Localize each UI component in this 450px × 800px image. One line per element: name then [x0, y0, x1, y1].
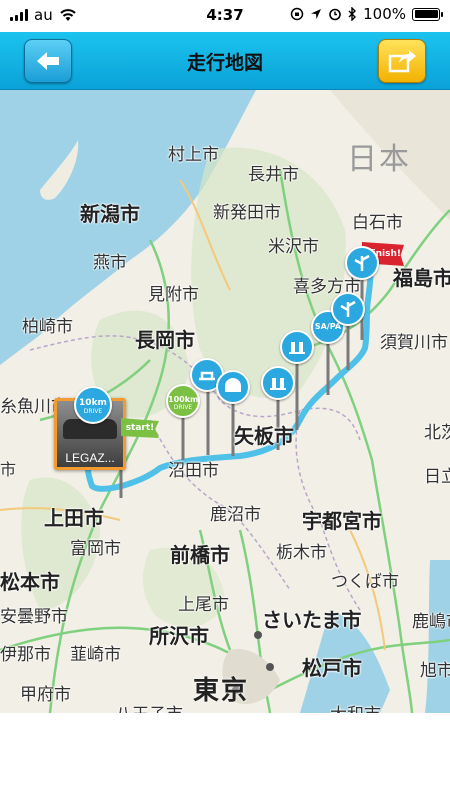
city-label: 鹿沼市 — [210, 505, 261, 525]
city-label: 栃木市 — [276, 543, 327, 563]
city-label: 柏崎市 — [22, 317, 73, 337]
share-export-icon — [388, 50, 416, 73]
city-label: 見附市 — [148, 285, 199, 305]
route-pin-junction-end[interactable] — [345, 246, 379, 280]
alarm-clock-icon — [329, 8, 341, 21]
city-label: 矢板市 — [234, 424, 294, 448]
share-button[interactable] — [378, 39, 426, 83]
city-label: 長岡市 — [135, 328, 195, 352]
junction-icon — [354, 254, 370, 271]
toll-gate-icon — [270, 378, 286, 390]
route-pin-tollgate-2[interactable] — [280, 330, 314, 364]
city-label: 旭市 — [420, 661, 450, 681]
city-label: 甲府市 — [20, 685, 71, 705]
city-label: 白石市 — [352, 213, 403, 233]
city-label: 宇都宮市 — [302, 509, 382, 533]
city-label: 北茨城市 — [424, 423, 450, 443]
city-label: 新潟市 — [80, 202, 140, 226]
toll-gate-icon — [289, 342, 305, 354]
city-label: 新発田市 — [213, 203, 281, 223]
battery-percent: 100% — [363, 5, 406, 23]
city-label: 村上市 — [168, 145, 219, 165]
route-pin-tunnel[interactable] — [216, 370, 250, 404]
location-arrow-icon — [311, 9, 322, 19]
city-label: 市 — [0, 460, 17, 479]
city-label: 長井市 — [248, 165, 299, 185]
city-label: 八王子市 — [115, 700, 183, 713]
city-label: 松本市 — [0, 570, 60, 594]
city-label: 伊那市 — [0, 645, 51, 665]
city-label: 鹿嶋市 — [412, 612, 450, 632]
route-pin-junction[interactable] — [331, 292, 365, 326]
route-pin-tollgate[interactable] — [261, 366, 295, 400]
bluetooth-icon — [348, 7, 357, 21]
rotation-lock-icon — [290, 7, 304, 21]
city-label: 須賀川市 — [380, 333, 448, 353]
navigation-bar: 走行地図 — [0, 32, 450, 90]
city-label: 富岡市 — [70, 539, 121, 559]
junction-icon — [340, 300, 356, 317]
city-label: 韮崎市 — [70, 645, 121, 665]
start-photo-caption: LEGAZ... — [65, 451, 115, 465]
city-label: 所沢市 — [149, 624, 209, 648]
city-label: 前橋市 — [170, 543, 230, 567]
city-label: さいたま市 — [262, 608, 362, 632]
city-label: 福島市 — [393, 266, 450, 290]
city-label: 燕市 — [93, 253, 127, 273]
city-label: 松戸市 — [302, 656, 362, 680]
city-label: つくば市 — [331, 572, 399, 592]
city-label: 上田市 — [44, 506, 104, 530]
country-label: 日本 — [347, 142, 411, 177]
bottom-blank-area — [0, 713, 450, 800]
route-map[interactable]: 日本 村上市 長井市 新潟市 新発田市 白石市 米沢市 燕市 福島市 喜多方市 … — [0, 90, 450, 713]
city-label: 安曇野市 — [0, 607, 68, 627]
battery-icon — [412, 7, 443, 21]
city-label: 米沢市 — [268, 237, 319, 257]
city-label: 沼田市 — [168, 461, 219, 481]
status-bar: au 4:37 100% — [0, 0, 450, 32]
start-flag: start! — [121, 418, 159, 438]
tunnel-icon — [225, 378, 241, 392]
city-label-tokyo: 東京 — [193, 676, 250, 706]
city-label: 大和市 — [330, 700, 381, 713]
status-right: 100% — [290, 5, 443, 23]
distance-badge-10km: 10km DRIVE — [74, 386, 112, 424]
city-label: 日立市 — [424, 467, 450, 487]
city-label: 上尾市 — [178, 595, 229, 615]
